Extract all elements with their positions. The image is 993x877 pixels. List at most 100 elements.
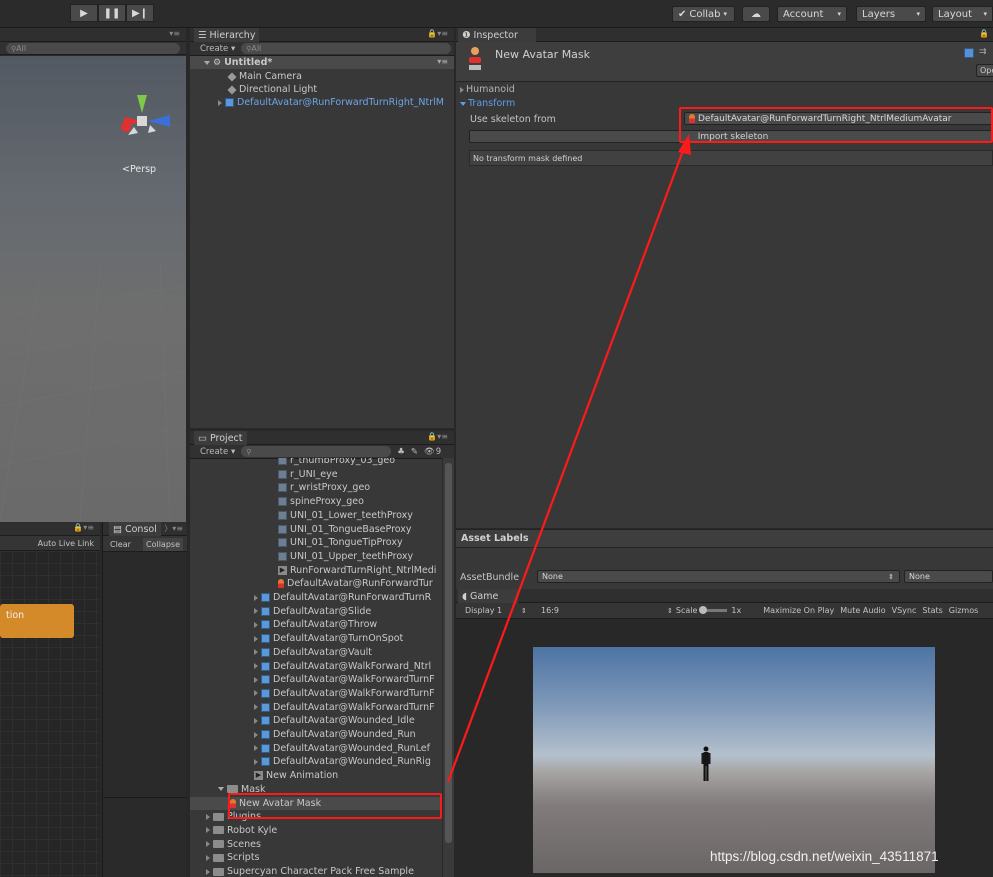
collapse-arrow-icon[interactable]	[254, 608, 258, 615]
create-dropdown[interactable]: Create ▾	[200, 44, 235, 54]
slider-handle[interactable]	[699, 606, 708, 614]
collapse-arrow-icon[interactable]	[254, 621, 258, 628]
variant-dropdown[interactable]: None	[904, 570, 993, 583]
project-item[interactable]: UNI_01_TongueBaseProxy	[190, 523, 442, 536]
collapse-arrow-icon[interactable]	[254, 704, 258, 711]
collapse-arrow-icon[interactable]	[254, 663, 258, 669]
persp-label[interactable]: <Persp	[122, 164, 156, 175]
game-viewport[interactable]	[533, 647, 935, 873]
project-item[interactable]: ▶ RunForwardTurnRight_NtrlMedi	[190, 564, 442, 577]
collapse-button[interactable]: Collapse	[143, 538, 183, 551]
collapse-arrow-icon[interactable]	[206, 841, 210, 848]
collapse-arrow-icon[interactable]	[206, 827, 210, 834]
project-item[interactable]: ▶ New Animation	[190, 769, 442, 782]
project-item[interactable]: DefaultAvatar@TurnOnSpot	[190, 632, 442, 645]
scene-root[interactable]: ⚙ Untitled*	[204, 56, 272, 69]
aspect-dropdown[interactable]: 16:9	[541, 606, 667, 615]
filter-type-icon[interactable]: ♣	[397, 447, 405, 457]
lock-icon[interactable]: 🔒	[979, 29, 989, 38]
project-item[interactable]: DefaultAvatar@WalkForward_Ntrl	[190, 660, 442, 673]
scale-slider[interactable]	[699, 606, 728, 614]
project-item[interactable]: DefaultAvatar@RunForwardTur	[190, 577, 442, 590]
collapse-arrow-icon[interactable]	[254, 594, 258, 601]
mute-audio-button[interactable]: Mute Audio	[840, 606, 885, 615]
open-button[interactable]: Ope	[976, 64, 993, 77]
account-dropdown[interactable]: Account ▾	[777, 6, 847, 22]
help-icon[interactable]	[964, 48, 974, 58]
project-item[interactable]: DefaultAvatar@Wounded_RunRig	[190, 755, 442, 768]
project-item[interactable]: spineProxy_geo	[190, 495, 442, 508]
scene-header-row[interactable]: ⚙ Untitled* ▾≡	[190, 56, 454, 69]
settings-icon[interactable]: ⇉	[979, 47, 987, 57]
project-item[interactable]: DefaultAvatar@Wounded_RunLef	[190, 742, 442, 755]
panel-menu-icon[interactable]: 🔒▾≡	[427, 29, 448, 38]
project-search-input[interactable]: ⚲	[241, 446, 392, 457]
assetbundle-dropdown[interactable]: None ⇕	[537, 570, 900, 583]
display-dropdown[interactable]: Display 1	[465, 606, 521, 615]
hierarchy-item-main-camera[interactable]: Main Camera	[227, 70, 302, 83]
scene-gizmo-icon[interactable]	[110, 91, 180, 151]
collapse-arrow-icon[interactable]	[254, 731, 258, 738]
scene-search-input[interactable]: ⚲All	[6, 43, 180, 54]
collapse-arrow-icon[interactable]	[254, 676, 258, 683]
tab-project[interactable]: ▭ Project	[194, 431, 247, 445]
project-item[interactable]: DefaultAvatar@RunForwardTurnR	[190, 591, 442, 604]
collapse-arrow-icon[interactable]	[254, 690, 258, 697]
tab-console[interactable]: ▤ Consol	[109, 522, 161, 536]
collapse-arrow-icon[interactable]	[206, 813, 210, 820]
layout-dropdown[interactable]: Layout ▾	[932, 6, 993, 22]
hierarchy-search-input[interactable]: ⚲All	[241, 43, 452, 54]
hierarchy-item-directional-light[interactable]: Directional Light	[227, 83, 317, 96]
project-item[interactable]: DefaultAvatar@WalkForwardTurnF	[190, 687, 442, 700]
scene-viewport[interactable]: <Persp	[0, 56, 186, 522]
humanoid-foldout[interactable]: Humanoid	[460, 84, 515, 95]
vsync-button[interactable]: VSync	[892, 606, 917, 615]
project-item[interactable]: DefaultAvatar@Slide	[190, 605, 442, 618]
scene-menu-icon[interactable]: ▾≡	[437, 57, 448, 66]
scrollbar-thumb[interactable]	[445, 463, 452, 843]
project-item[interactable]: UNI_01_TongueTipProxy	[190, 536, 442, 549]
clear-button[interactable]: Clear	[110, 540, 131, 549]
filter-label-icon[interactable]: ✎	[411, 447, 418, 457]
project-scrollbar[interactable]	[442, 458, 454, 877]
project-item[interactable]: UNI_01_Lower_teethProxy	[190, 509, 442, 522]
project-item[interactable]: DefaultAvatar@Vault	[190, 646, 442, 659]
collapse-arrow-icon[interactable]	[206, 854, 210, 861]
project-item[interactable]: UNI_01_Upper_teethProxy	[190, 550, 442, 563]
gizmos-button[interactable]: Gizmos	[949, 606, 978, 615]
collapse-arrow-icon[interactable]	[254, 635, 258, 642]
project-item[interactable]: r_UNI_eye	[190, 468, 442, 481]
collab-button[interactable]: ✔ Collab ▾	[672, 6, 735, 22]
collapse-arrow-icon[interactable]	[254, 649, 258, 656]
hidden-count-icon[interactable]: 👁	[424, 447, 435, 457]
project-item[interactable]: Robot Kyle	[190, 824, 442, 837]
layers-dropdown[interactable]: Layers ▾	[856, 6, 926, 22]
pause-button[interactable]: ❚❚	[98, 4, 126, 22]
collapse-arrow-icon[interactable]	[206, 868, 210, 875]
project-item[interactable]: r_thumbProxy_03_geo	[190, 458, 442, 467]
step-button[interactable]: ▶❙	[126, 4, 154, 22]
panel-menu-icon[interactable]: 🔒▾≡	[73, 523, 94, 532]
tab-game[interactable]: ◖ Game	[458, 589, 518, 603]
maximize-on-play-button[interactable]: Maximize On Play	[763, 606, 834, 615]
expand-arrow-icon[interactable]	[218, 787, 224, 792]
panel-menu-icon[interactable]: 〉▾≡	[164, 523, 183, 534]
create-dropdown[interactable]: Create ▾	[200, 447, 235, 457]
collapse-arrow-icon[interactable]	[254, 745, 258, 752]
animator-state-node[interactable]: tion	[0, 604, 74, 638]
project-item[interactable]: DefaultAvatar@WalkForwardTurnF	[190, 701, 442, 714]
tab-inspector[interactable]: ❶ Inspector	[458, 28, 536, 42]
project-item[interactable]: Scripts	[190, 851, 442, 864]
project-item[interactable]: DefaultAvatar@Wounded_Run	[190, 728, 442, 741]
panel-menu-icon[interactable]: 🔒▾≡	[427, 432, 448, 441]
project-item[interactable]: DefaultAvatar@Throw	[190, 618, 442, 631]
play-button[interactable]: ▶	[70, 4, 98, 22]
hierarchy-item-defaultavatar[interactable]: DefaultAvatar@RunForwardTurnRight_NtrlM	[218, 96, 454, 109]
project-item[interactable]: DefaultAvatar@Wounded_Idle	[190, 714, 442, 727]
project-item[interactable]: Scenes	[190, 838, 442, 851]
stats-button[interactable]: Stats	[922, 606, 942, 615]
project-item[interactable]: Supercyan Character Pack Free Sample	[190, 865, 442, 877]
collapse-arrow-icon[interactable]	[254, 717, 258, 724]
cloud-button[interactable]: ☁	[742, 6, 770, 22]
animator-graph[interactable]: tion	[0, 551, 100, 877]
